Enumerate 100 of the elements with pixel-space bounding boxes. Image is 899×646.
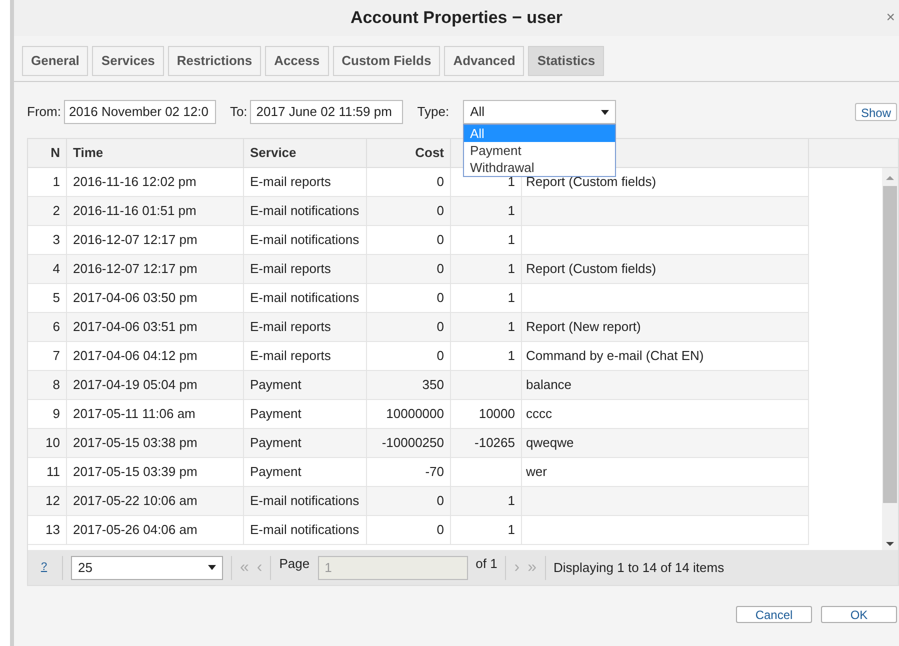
table-cell-text: 2017-04-06 04:12 pm [73,347,198,366]
table-cell-text: 350 [422,376,444,394]
table-cell-text: 4 [52,260,60,278]
table-cell-text: balance [526,376,572,394]
table-cell-text: 7 [52,347,60,366]
table-cell-text: 5 [52,289,60,308]
to-field[interactable]: 2017 June 02 11:59 pm [250,100,404,124]
table-cell-text: -10000250 [382,434,444,452]
table-cell-text: 2017-04-19 05:04 pm [73,376,198,394]
table-cell-text: E-mail reports [250,173,331,192]
table-cell-text: cccc [526,405,552,424]
table-cell-text: Payment [250,376,302,394]
table-cell-text: Payment [250,463,302,482]
table-cell-text: 2016-12-07 12:17 pm [73,260,198,278]
table-cell-text: 10 [46,434,60,452]
table-cell-text: -70 [425,463,444,482]
table-cell-text: 13 [46,521,60,540]
table-row[interactable]: 7 2017-04-06 04:12 pm E-mail reports 0 1 Command by e-mail (Chat EN) [28,342,809,371]
table-cell-text: qweqwe [526,434,574,452]
table-cell-text: 2017-05-26 04:06 am [73,521,198,540]
table-cell-text: 6 [52,318,60,336]
scrollbar[interactable] [882,168,898,550]
table-cell-text: E-mail notifications [250,289,360,308]
table-row[interactable]: 10 2017-05-15 03:38 pm Payment -10000250 -10265 qweqwe [28,429,809,458]
table-cell-text: 1 [508,231,515,250]
tab[interactable]: Services [92,46,164,76]
table-cell-text: 1 [508,289,515,308]
table-cell-text: E-mail notifications [250,202,360,220]
table-cell-text: E-mail notifications [250,231,360,250]
table-row[interactable]: 8 2017-04-19 05:04 pm Payment 350 balance [28,371,809,400]
table-row[interactable]: 6 2017-04-06 03:51 pm E-mail reports 0 1 Report (New report) [28,313,809,342]
table-cell-text: 0 [436,260,444,278]
table-cell-text: 1 [508,260,515,278]
table-cell-text: 1 [508,173,515,192]
table-cell-text: 2017-04-06 03:50 pm [73,289,198,308]
tab[interactable]: Advanced [444,46,524,76]
table-cell-text: 2017-04-06 03:51 pm [73,318,198,336]
table-cell-text: Payment [250,405,302,424]
table-cell-text: 2017-05-11 11:06 am [73,405,196,424]
table-row[interactable]: 9 2017-05-11 11:06 am Payment 10000000 10000 cccc [28,400,809,429]
close-button[interactable]: × [886,10,895,25]
table-cell-text: 0 [436,231,444,250]
table-cell-text: 0 [436,492,444,510]
table-cell-text: 12 [46,492,60,510]
table-cell-text: Report (Custom fields) [526,260,656,278]
scroll-thumb[interactable] [883,186,897,503]
table-cell-text: 10000 [478,405,515,424]
table-cell-text: 1 [508,318,515,336]
page-size-dropdown[interactable]: 25 [71,556,223,580]
table-row[interactable]: 2 2016-11-16 01:51 pm E-mail notifications 0 1 [28,197,809,226]
dropdown-option[interactable]: Payment [464,142,615,159]
table-cell-text: 2016-12-07 12:17 pm [73,231,198,250]
table-row[interactable]: 11 2017-05-15 03:39 pm Payment -70 wer [28,458,809,487]
table-cell-text: 0 [436,521,444,540]
table-cell-text: 8 [52,376,60,394]
window-title: Account Properties − user [350,7,563,30]
table-cell-text: 2017-05-15 03:38 pm [73,434,198,452]
to-label: To: [230,103,248,122]
type-dropdown[interactable]: All [463,100,616,124]
table-cell-text: 1 [52,173,60,192]
tab[interactable]: Restrictions [168,46,262,76]
table-cell-text: 2017-05-22 10:06 am [73,492,198,510]
help-button[interactable]: ? [34,559,54,576]
from-field[interactable]: 2016 November 02 12:0 [64,100,216,124]
table-cell-text: 0 [436,202,444,220]
column-header[interactable]: Cost [415,143,444,163]
table-cell-text: 1 [508,492,515,510]
page-count-label: of 1 [476,554,498,573]
tab[interactable]: Statistics [528,46,604,76]
table-cell-text: 9 [52,405,60,424]
column-header[interactable]: N [50,143,60,163]
table-cell-text: 2016-11-16 12:02 pm [73,173,196,192]
table-row[interactable]: 5 2017-04-06 03:50 pm E-mail notifications 0 1 [28,284,809,313]
table-row[interactable]: 4 2016-12-07 12:17 pm E-mail reports 0 1 Report (Custom fields) [28,255,809,284]
scroll-down-icon[interactable] [886,542,894,546]
paging-info: Displaying 1 to 14 of 14 items [554,558,724,577]
table-cell-text: E-mail reports [250,318,331,336]
table-cell-text: -10265 [474,434,515,452]
dialog-button[interactable]: Cancel [736,606,812,623]
from-label: From: [27,103,61,122]
table-cell-text: 0 [436,289,444,308]
table-row[interactable]: 3 2016-12-07 12:17 pm E-mail notifications 0 1 [28,226,809,255]
tab[interactable]: Access [265,46,329,76]
table-cell-text: 2016-11-16 01:51 pm [73,202,196,220]
caret-icon [208,565,216,570]
table-row[interactable]: 13 2017-05-26 04:06 am E-mail notifications 0 1 [28,516,809,545]
table-cell-text: 1 [508,347,515,366]
tab[interactable]: Custom Fields [332,46,440,76]
table-row[interactable]: 12 2017-05-22 10:06 am E-mail notifications 0 1 [28,487,809,516]
table-cell-text: Command by e-mail (Chat EN) [526,347,704,366]
column-header[interactable]: Time [73,143,104,163]
table-cell-text: wer [526,463,547,482]
tab[interactable]: General [22,46,88,76]
dialog-button[interactable]: OK [821,606,897,623]
table-cell-text: E-mail reports [250,347,331,366]
table-cell-text: 0 [436,318,444,336]
column-header[interactable]: Service [250,143,296,163]
scroll-up-icon[interactable] [886,176,894,180]
show-button[interactable]: Show [854,103,897,121]
table-cell-text: 1 [508,521,515,540]
